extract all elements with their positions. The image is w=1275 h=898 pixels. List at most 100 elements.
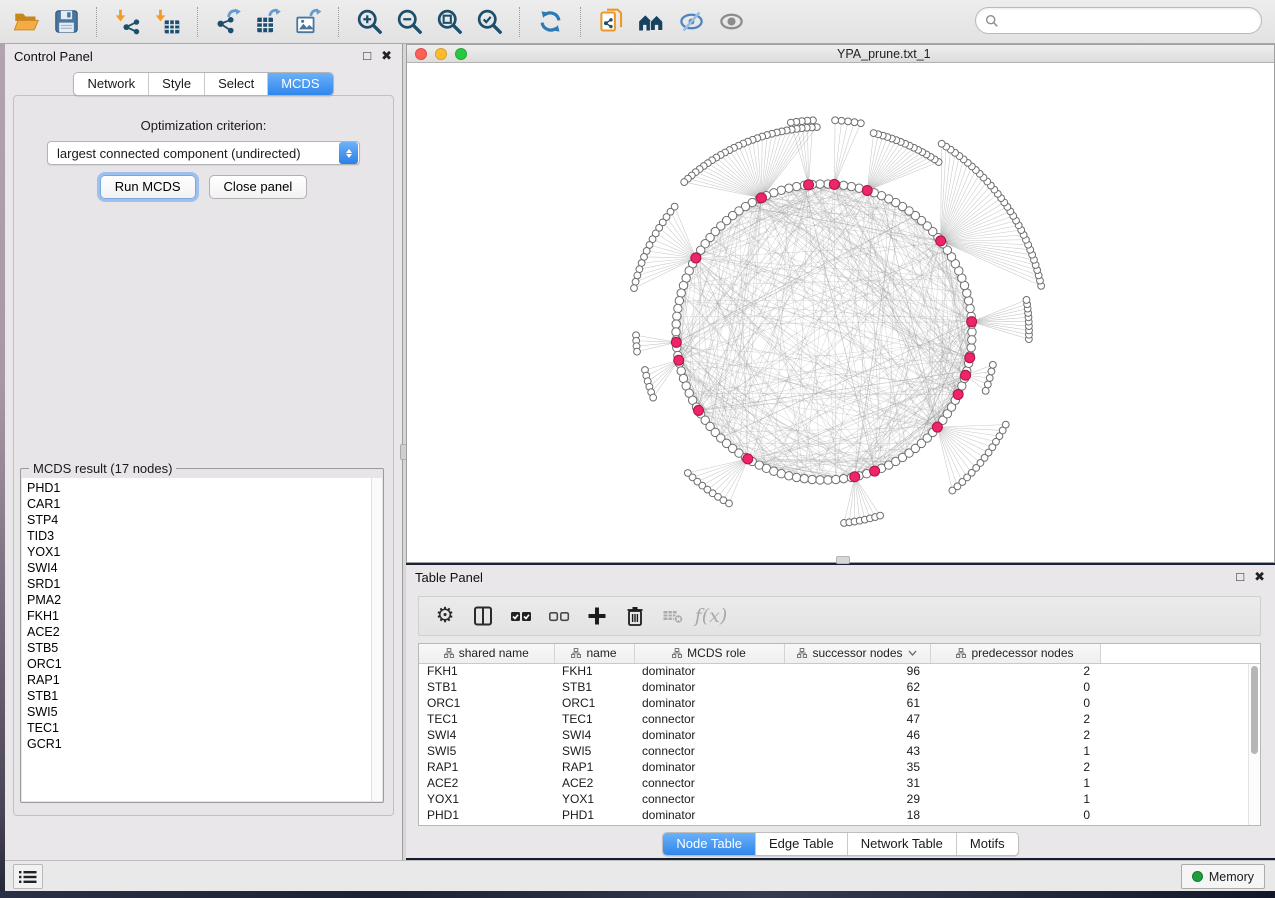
cell-predecessor-nodes[interactable]: 1 [930,743,1100,759]
mcds-result-item[interactable]: STP4 [27,512,371,528]
table-row[interactable]: STB1STB1dominator620 [419,679,1260,695]
graph-mcds-node[interactable] [829,179,839,189]
cell-shared-name[interactable]: YOX1 [419,791,554,807]
graph-mcds-node[interactable] [862,185,872,195]
graph-node[interactable] [839,181,847,189]
mcds-result-item[interactable]: PHD1 [27,480,371,496]
graph-node[interactable] [800,474,808,482]
graph-leaf-node[interactable] [650,394,657,401]
graph-mcds-node[interactable] [961,370,971,380]
column-layout-button[interactable] [467,600,499,632]
graph-node[interactable] [672,328,680,336]
mcds-result-item[interactable]: FKH1 [27,608,371,624]
graph-mcds-node[interactable] [965,353,975,363]
graph-node[interactable] [839,474,847,482]
table-row[interactable]: TEC1TEC1connector472 [419,711,1260,727]
mcds-result-scrollbar[interactable] [371,478,382,801]
tab-style[interactable]: Style [149,73,205,95]
column-header-MCDS-role[interactable]: MCDS role [634,644,784,663]
mcds-result-item[interactable]: RAP1 [27,672,371,688]
graph-mcds-node[interactable] [850,472,860,482]
graph-node[interactable] [672,320,680,328]
graph-leaf-node[interactable] [938,140,945,147]
cell-MCDS-role[interactable]: dominator [634,807,784,823]
cell-successor-nodes[interactable]: 35 [784,759,930,775]
node-table-grid[interactable]: shared namenameMCDS rolesuccessor nodesp… [418,643,1261,826]
network-manager-button[interactable] [631,4,671,40]
minimize-window-button[interactable] [435,48,447,60]
save-session-button[interactable] [46,4,86,40]
import-table-button[interactable] [147,4,187,40]
graph-node[interactable] [832,475,840,483]
tab-motifs[interactable]: Motifs [957,833,1018,855]
cell-predecessor-nodes[interactable]: 2 [930,759,1100,775]
graph-leaf-node[interactable] [832,117,839,124]
export-table-button[interactable] [248,4,288,40]
cell-MCDS-role[interactable]: dominator [634,759,784,775]
graph-node[interactable] [785,472,793,480]
share-network-button[interactable] [591,4,631,40]
zoom-out-button[interactable] [389,4,429,40]
network-graph[interactable] [407,64,1274,562]
mcds-result-item[interactable]: SRD1 [27,576,371,592]
cell-MCDS-role[interactable]: connector [634,775,784,791]
table-row[interactable]: SWI4SWI4dominator462 [419,727,1260,743]
cell-name[interactable]: RAP1 [554,759,634,775]
cell-shared-name[interactable]: TEC1 [419,711,554,727]
search-input[interactable] [1004,11,1261,31]
maximize-window-button[interactable] [455,48,467,60]
cell-shared-name[interactable]: SWI5 [419,743,554,759]
memory-button[interactable]: Memory [1181,864,1265,889]
column-header-shared-name[interactable]: shared name [419,644,554,663]
graph-node[interactable] [808,475,816,483]
close-window-button[interactable] [415,48,427,60]
mcds-result-item[interactable]: TEC1 [27,720,371,736]
cell-shared-name[interactable]: RAP1 [419,759,554,775]
cell-MCDS-role[interactable]: connector [634,791,784,807]
graph-node[interactable] [675,297,683,305]
cell-name[interactable]: PHD1 [554,807,634,823]
table-settings-button[interactable]: ⚙ [429,600,461,632]
cell-predecessor-nodes[interactable]: 1 [930,775,1100,791]
cell-MCDS-role[interactable]: dominator [634,679,784,695]
graph-leaf-node[interactable] [634,272,641,279]
control-panel-float-button[interactable]: □ [363,48,371,64]
mcds-result-item[interactable]: STB5 [27,640,371,656]
graph-leaf-node[interactable] [631,285,638,292]
show-panels-button[interactable] [711,4,751,40]
cell-MCDS-role[interactable]: connector [634,743,784,759]
table-row[interactable]: ACE2ACE2connector311 [419,775,1260,791]
table-scrollbar[interactable] [1248,664,1260,825]
control-panel-close-button[interactable]: ✖ [381,48,392,64]
cell-shared-name[interactable]: PHD1 [419,807,554,823]
cell-successor-nodes[interactable]: 62 [784,679,930,695]
cell-shared-name[interactable]: STB1 [419,679,554,695]
graph-node[interactable] [792,473,800,481]
table-panel-float-button[interactable]: □ [1236,569,1244,585]
import-network-button[interactable] [107,4,147,40]
graph-mcds-node[interactable] [967,317,977,327]
network-view[interactable] [407,64,1274,562]
graph-node[interactable] [968,336,976,344]
cell-name[interactable]: ACE2 [554,775,634,791]
graph-mcds-node[interactable] [691,253,701,263]
graph-leaf-node[interactable] [988,368,995,375]
graph-node[interactable] [677,289,685,297]
graph-node[interactable] [673,312,681,320]
cell-shared-name[interactable]: FKH1 [419,663,554,679]
cell-predecessor-nodes[interactable]: 0 [930,695,1100,711]
graph-leaf-node[interactable] [681,179,688,186]
cell-predecessor-nodes[interactable]: 0 [930,807,1100,823]
graph-mcds-node[interactable] [804,180,814,190]
graph-mcds-node[interactable] [953,390,963,400]
tab-select[interactable]: Select [205,73,268,95]
graph-leaf-node[interactable] [989,361,996,368]
tab-edge-table[interactable]: Edge Table [756,833,848,855]
tab-network-table[interactable]: Network Table [848,833,957,855]
table-row[interactable]: YOX1YOX1connector291 [419,791,1260,807]
cell-predecessor-nodes[interactable]: 2 [930,727,1100,743]
cell-MCDS-role[interactable]: dominator [634,727,784,743]
graph-leaf-node[interactable] [984,381,991,388]
graph-node[interactable] [816,476,824,484]
cell-successor-nodes[interactable]: 31 [784,775,930,791]
